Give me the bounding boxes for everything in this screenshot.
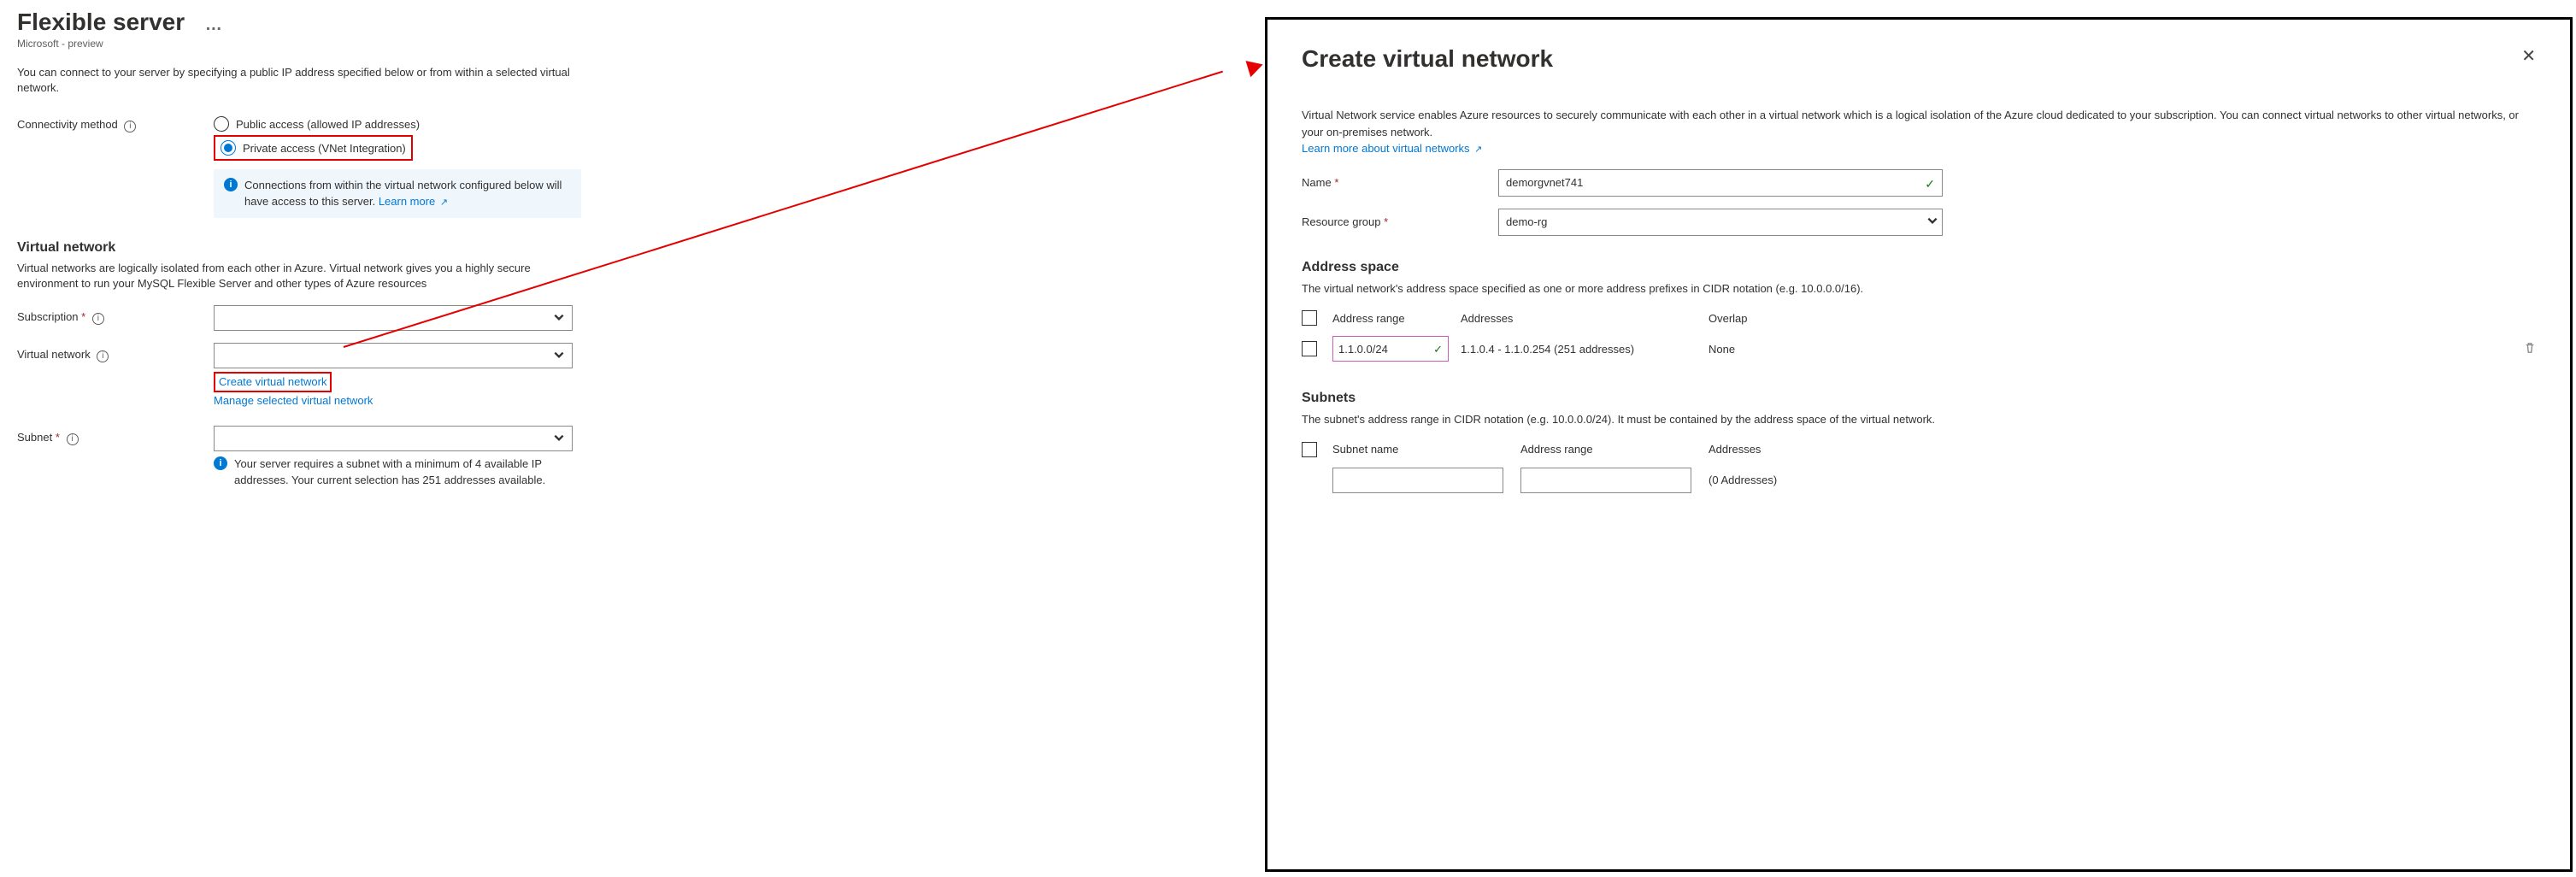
page-title-text: Flexible server xyxy=(17,9,185,35)
subnet-address-count: (0 Addresses) xyxy=(1709,474,2536,486)
learn-more-vnets-link[interactable]: Learn more about virtual networks ↗ xyxy=(1302,142,1482,155)
address-range-input[interactable]: 1.1.0.0/24 ✓ xyxy=(1332,336,1449,362)
learn-more-link[interactable]: Learn more ↗ xyxy=(379,195,448,208)
radio-private-access[interactable]: Private access (VNet Integration) xyxy=(221,138,406,157)
address-row: 1.1.0.0/24 ✓ 1.1.0.4 - 1.1.0.254 (251 ad… xyxy=(1302,331,2536,367)
virtual-network-label: Virtual network i xyxy=(17,343,214,362)
highlight-box: Private access (VNet Integration) xyxy=(214,135,413,161)
select-all-subnets-checkbox[interactable] xyxy=(1302,442,1317,457)
flexible-server-page: Flexible server … Microsoft - preview Yo… xyxy=(0,0,598,510)
vnet-description: Virtual networks are logically isolated … xyxy=(17,261,581,291)
page-title: Flexible server … xyxy=(17,9,581,36)
address-table-header: Address range Addresses Overlap xyxy=(1302,305,2536,331)
highlight-box: Create virtual network xyxy=(214,372,332,392)
resource-group-row: Resource group * demo-rg xyxy=(1302,209,2536,236)
check-icon: ✓ xyxy=(1925,177,1935,191)
radio-private-label: Private access (VNet Integration) xyxy=(243,142,406,155)
select-all-checkbox[interactable] xyxy=(1302,310,1317,326)
name-input[interactable]: demorgvnet741 ✓ xyxy=(1498,169,1943,197)
panel-description: Virtual Network service enables Azure re… xyxy=(1302,107,2532,157)
manage-virtual-network-link[interactable]: Manage selected virtual network xyxy=(214,392,581,409)
subnet-range-input[interactable] xyxy=(1520,468,1691,493)
virtual-network-select[interactable] xyxy=(214,343,573,368)
radio-public-label: Public access (allowed IP addresses) xyxy=(236,118,420,131)
address-space-heading: Address space xyxy=(1302,260,2536,275)
connectivity-method-label: Connectivity method i xyxy=(17,113,214,132)
callout-arrowhead xyxy=(1245,56,1265,77)
chevron-down-icon xyxy=(553,432,567,445)
addresses-header: Addresses xyxy=(1461,312,1709,325)
subscription-label: Subscription * i xyxy=(17,305,214,325)
subnet-select[interactable] xyxy=(214,426,573,451)
intro-text: You can connect to your server by specif… xyxy=(17,65,581,96)
address-range-header: Address range xyxy=(1332,312,1461,325)
external-link-icon: ↗ xyxy=(1474,144,1482,155)
chevron-down-icon xyxy=(553,311,567,325)
subnet-name-header: Subnet name xyxy=(1332,443,1520,456)
subnet-table-header: Subnet name Address range Addresses xyxy=(1302,437,2536,462)
subnet-label: Subnet * i xyxy=(17,426,214,445)
info-icon[interactable]: i xyxy=(124,121,136,132)
row-checkbox[interactable] xyxy=(1302,341,1317,356)
subscription-row: Subscription * i xyxy=(17,305,581,331)
chevron-down-icon xyxy=(1926,215,1938,229)
vnet-heading: Virtual network xyxy=(17,240,581,256)
subnet-addresses-header: Addresses xyxy=(1709,443,2536,456)
name-row: Name * demorgvnet741 ✓ xyxy=(1302,169,2536,197)
check-icon: ✓ xyxy=(1433,343,1443,356)
external-link-icon: ↗ xyxy=(440,197,448,208)
subscription-select[interactable] xyxy=(214,305,573,331)
info-icon[interactable]: i xyxy=(67,433,79,445)
resource-group-select[interactable]: demo-rg xyxy=(1498,209,1943,236)
create-virtual-network-link[interactable]: Create virtual network xyxy=(219,374,326,391)
connectivity-method-row: Connectivity method i Public access (all… xyxy=(17,113,581,218)
addresses-value: 1.1.0.4 - 1.1.0.254 (251 addresses) xyxy=(1461,343,1709,356)
radio-icon xyxy=(221,140,236,156)
address-space-desc: The virtual network's address space spec… xyxy=(1302,280,2536,297)
name-value: demorgvnet741 xyxy=(1506,176,1583,189)
panel-title: Create virtual network xyxy=(1302,45,1553,73)
delete-row-button[interactable] xyxy=(2510,342,2536,356)
overlap-value: None xyxy=(1709,343,2510,356)
info-icon[interactable]: i xyxy=(92,313,104,325)
subnet-row: (0 Addresses) xyxy=(1302,462,2536,498)
more-menu-icon[interactable]: … xyxy=(205,15,224,34)
info-icon: i xyxy=(224,178,238,191)
subnets-desc: The subnet's address range in CIDR notat… xyxy=(1302,411,2536,428)
subnet-range-header: Address range xyxy=(1520,443,1709,456)
radio-icon xyxy=(214,116,229,132)
info-icon[interactable]: i xyxy=(97,350,109,362)
info-icon: i xyxy=(214,456,227,470)
resource-group-label: Resource group * xyxy=(1302,215,1498,228)
close-icon[interactable]: ✕ xyxy=(2521,45,2536,67)
subnets-heading: Subnets xyxy=(1302,391,2536,406)
create-virtual-network-panel: Create virtual network ✕ Virtual Network… xyxy=(1265,17,2573,872)
overlap-header: Overlap xyxy=(1709,312,2510,325)
subnet-name-input[interactable] xyxy=(1332,468,1503,493)
subnet-note: i Your server requires a subnet with a m… xyxy=(214,456,581,487)
resource-group-value: demo-rg xyxy=(1506,215,1547,228)
name-label: Name * xyxy=(1302,176,1498,189)
info-banner: i Connections from within the virtual ne… xyxy=(214,169,581,218)
virtual-network-row: Virtual network i Create virtual network… xyxy=(17,343,581,409)
chevron-down-icon xyxy=(553,349,567,362)
radio-public-access[interactable]: Public access (allowed IP addresses) xyxy=(214,113,581,135)
page-subtitle: Microsoft - preview xyxy=(17,38,581,50)
subnet-row: Subnet * i i Your server requires a subn… xyxy=(17,426,581,487)
